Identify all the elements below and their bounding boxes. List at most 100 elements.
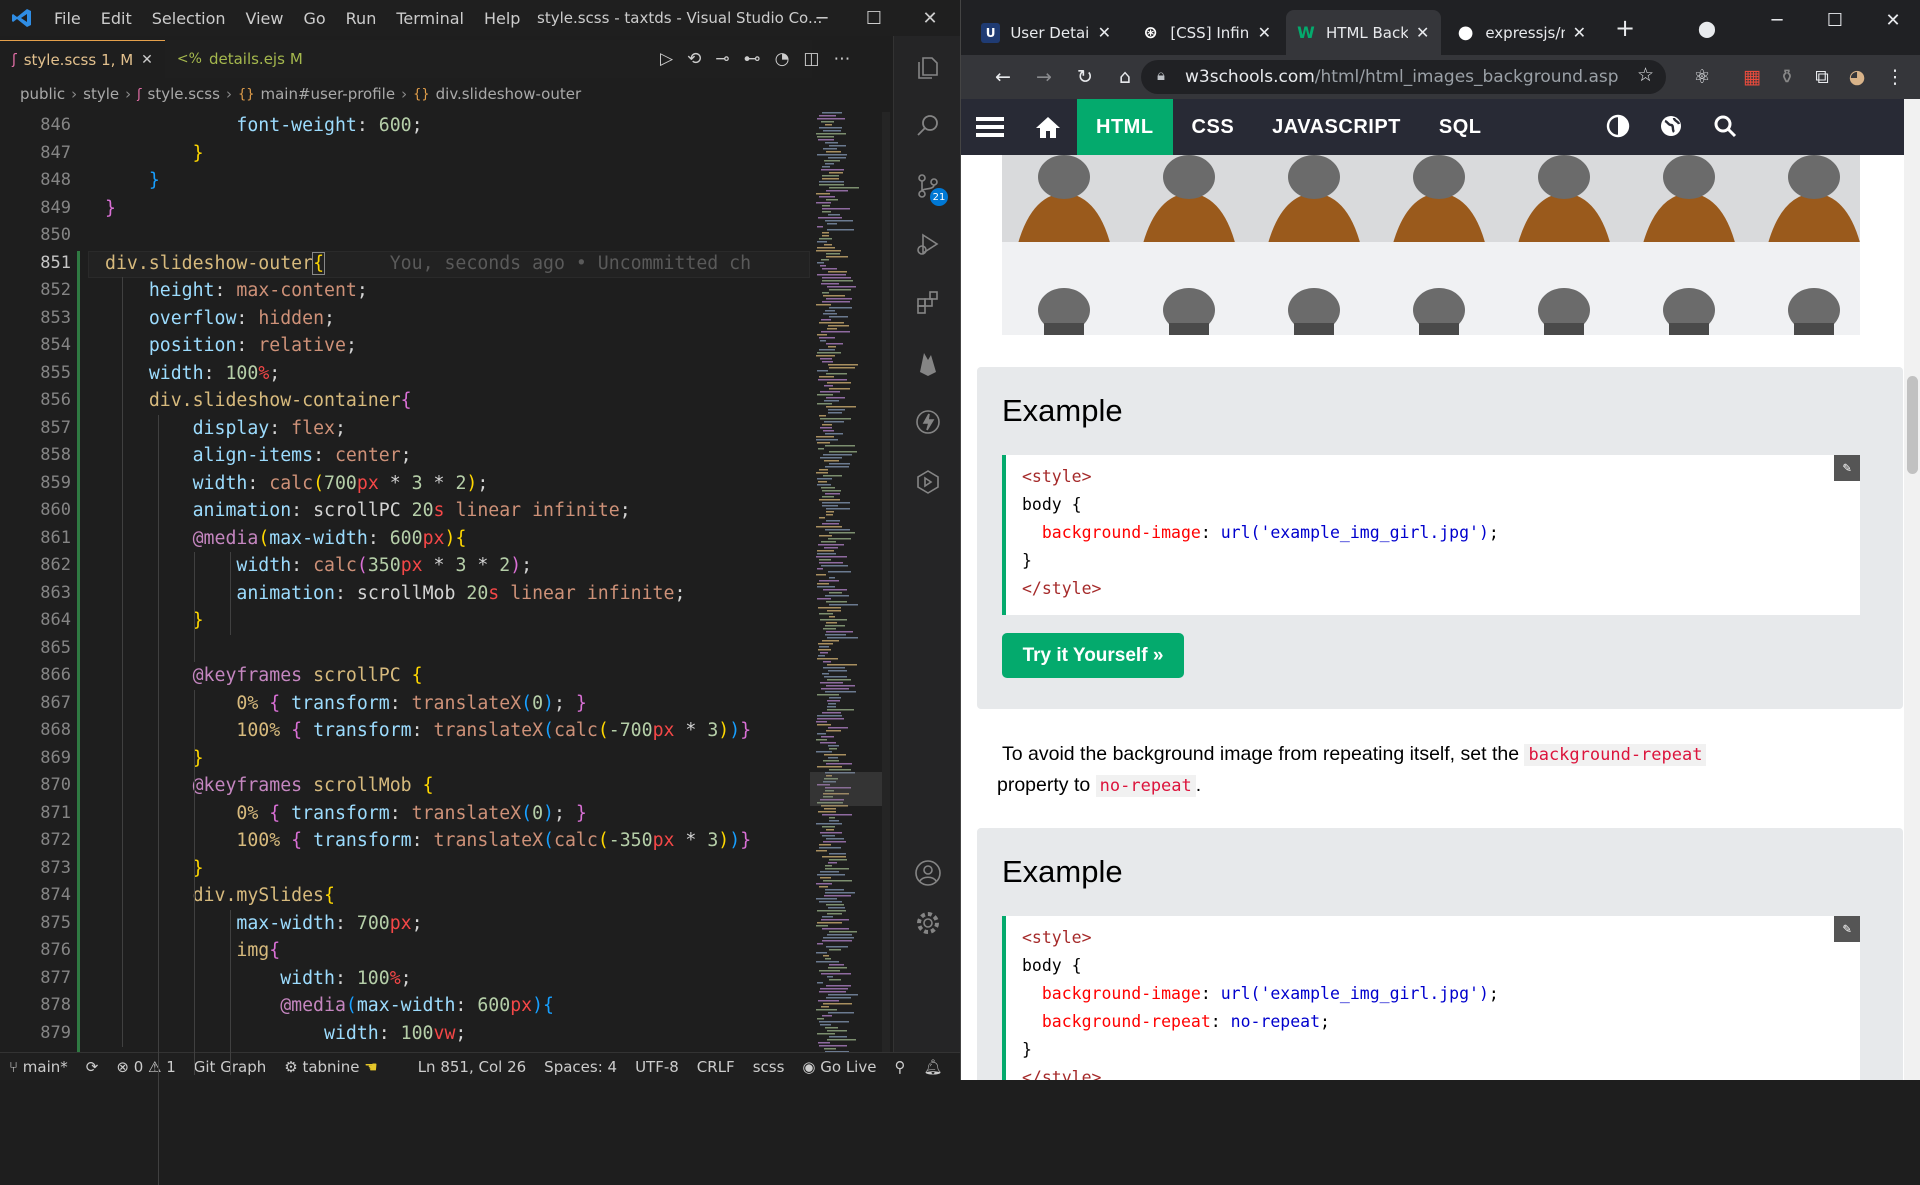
indentation[interactable]: Spaces: 4 [535,1058,626,1076]
minimap-line [821,259,829,261]
feedback-icon[interactable]: ⚲ [885,1058,914,1076]
notifications-bell-icon[interactable]: 🔔︎ [914,1058,951,1076]
chevron-right-icon: › [401,85,408,103]
close-tab-icon[interactable]: ✕ [1573,23,1586,42]
extension-color-icon[interactable]: ▦ [1736,61,1768,93]
page-scrollbar[interactable] [1904,99,1920,1080]
breadcrumb-public[interactable]: public [20,85,65,103]
nav-javascript[interactable]: JAVASCRIPT [1253,99,1420,155]
maximize-icon[interactable]: ☐ [860,4,888,32]
minimap-line [822,361,833,363]
address-bar[interactable]: 🔒︎ w3schools.com/html/html_images_backgr… [1141,60,1666,94]
chrome-menu-icon[interactable]: ⋮ [1879,61,1911,93]
menu-go[interactable]: Go [293,9,335,28]
close-icon[interactable]: ✕ [1877,4,1909,36]
firebase-icon[interactable] [914,349,942,377]
forward-icon[interactable]: → [1028,61,1060,93]
timeline-icon[interactable]: ◔ [775,49,790,69]
close-tab-icon[interactable]: ✕ [1258,23,1271,42]
home-icon[interactable] [1019,115,1077,139]
account-icon[interactable] [914,859,942,887]
try-it-yourself-button[interactable]: Try it Yourself » [1002,633,1184,678]
breadcrumb-selector-1[interactable]: main#user-profile [260,85,395,103]
extensions-icon[interactable] [914,289,942,317]
menu-edit[interactable]: Edit [91,9,142,28]
reload-icon[interactable]: ↻ [1069,61,1101,93]
breadcrumb-selector-2[interactable]: div.slideshow-outer [436,85,582,103]
branch-indicator[interactable]: ⑂ main* [0,1058,77,1076]
new-tab-icon[interactable]: + [1609,12,1641,44]
menu-help[interactable]: Help [474,9,530,28]
tabnine-indicator[interactable]: ⚙ tabnine ☚ [275,1058,386,1076]
minimap-line [821,121,834,123]
browser-tab-user-details[interactable]: U User Details ✕ [971,10,1121,55]
tab-search-icon[interactable]: ⬤ [1691,12,1723,44]
globe-icon[interactable] [1659,114,1683,138]
browser-tab-expressjs-multer[interactable]: ● expressjs/multer ✕ [1446,10,1596,55]
extensions-puzzle-icon[interactable]: ⧉ [1806,61,1838,93]
run-debug-icon[interactable] [914,230,942,258]
close-tab-icon[interactable]: ✕ [1416,23,1429,42]
tab-style-scss[interactable]: ʃ style.scss 1, M ✕ [0,40,165,78]
git-prev-icon[interactable]: ⊸ [715,49,729,69]
minimap-line [817,658,838,660]
minimap-line [825,958,831,960]
minimap[interactable] [810,112,890,1060]
close-icon[interactable]: ✕ [916,4,944,32]
menu-file[interactable]: File [44,9,91,28]
breadcrumb-style[interactable]: style [83,85,119,103]
copy-code-icon[interactable]: ✎ [1834,916,1860,942]
minimize-icon[interactable]: ─ [1761,4,1793,36]
menu-selection[interactable]: Selection [142,9,236,28]
nav-css[interactable]: CSS [1173,99,1254,155]
language-mode[interactable]: scss [744,1058,794,1076]
tab-details-ejs[interactable]: <% details.ejs M [165,40,315,78]
extension-react-icon[interactable]: ⚛ [1686,61,1718,93]
close-tab-icon[interactable]: ✕ [141,52,153,68]
extension-bottle-icon[interactable]: ⚱ [1771,61,1803,93]
menu-terminal[interactable]: Terminal [386,9,474,28]
close-tab-icon[interactable]: ✕ [1098,23,1111,42]
encoding[interactable]: UTF-8 [626,1058,688,1076]
browser-tab-html-background[interactable]: W HTML Background ✕ [1286,10,1441,55]
source-control-badge: 21 [930,188,948,206]
menu-run[interactable]: Run [336,9,387,28]
minimap-line [818,811,836,813]
run-icon[interactable]: ▷ [660,49,673,69]
back-icon[interactable]: ← [987,61,1019,93]
browser-tab-css-infinite[interactable]: ⊛ [CSS] Infinite ✕ [1131,10,1281,55]
minimize-icon[interactable]: ─ [808,4,836,32]
editor-scrollbar[interactable] [882,112,890,1060]
copy-code-icon[interactable]: ✎ [1834,455,1860,481]
end-of-line[interactable]: CRLF [688,1058,744,1076]
problems-indicator[interactable]: ⊗ 0 ⚠ 1 [107,1058,184,1076]
breadcrumb: public › style › ʃ style.scss › {} main#… [20,82,581,106]
code-editor[interactable]: font-weight: 600; } } } div.slideshow-ou… [105,112,810,1060]
nav-sql[interactable]: SQL [1420,99,1501,155]
minimap-viewport[interactable] [810,772,882,806]
sync-icon[interactable]: ⟳ [77,1058,108,1076]
home-icon[interactable]: ⌂ [1109,61,1141,93]
settings-gear-icon[interactable] [914,909,942,937]
explorer-icon[interactable] [914,54,942,82]
go-live-button[interactable]: ◉ Go Live [793,1058,885,1076]
dark-mode-icon[interactable] [1606,114,1630,138]
menu-view[interactable]: View [236,9,294,28]
hamburger-menu-icon[interactable] [961,116,1019,138]
search-icon[interactable] [1713,114,1737,138]
git-next-icon[interactable]: ⊷ [744,49,761,69]
git-compare-icon[interactable]: ⟲ [687,49,701,69]
maximize-icon[interactable]: ☐ [1819,4,1851,36]
nav-html[interactable]: HTML [1077,99,1173,155]
search-icon[interactable] [914,112,942,140]
split-editor-icon[interactable]: ◫ [803,49,819,69]
bookmark-star-icon[interactable]: ☆ [1637,64,1654,86]
breadcrumb-file[interactable]: style.scss [148,85,220,103]
more-actions-icon[interactable]: ⋯ [833,49,850,69]
remote-explorer-icon[interactable] [914,468,942,496]
profile-avatar[interactable]: ◕ [1841,61,1873,93]
minimap-line [829,367,855,369]
scrollbar-thumb[interactable] [1907,376,1918,474]
cursor-position[interactable]: Ln 851, Col 26 [409,1058,535,1076]
thunder-client-icon[interactable] [914,408,942,436]
